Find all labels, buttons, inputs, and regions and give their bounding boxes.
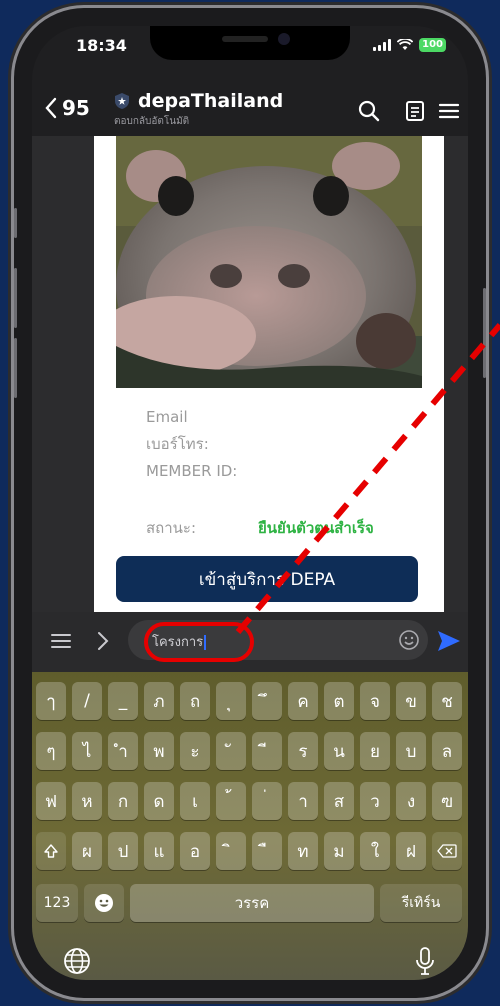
- key[interactable]: ฃ: [432, 782, 462, 820]
- key[interactable]: ี: [252, 732, 282, 770]
- hippo-photo: [116, 136, 422, 388]
- key-row-5: 123 วรรค รีเทิร์น: [32, 884, 468, 924]
- notch: [150, 26, 350, 60]
- key[interactable]: ฟ: [36, 782, 66, 820]
- key[interactable]: ั: [216, 732, 246, 770]
- emoji-icon[interactable]: [398, 629, 420, 651]
- key[interactable]: ก: [108, 782, 138, 820]
- key[interactable]: ภ: [144, 682, 174, 720]
- key[interactable]: ะ: [180, 732, 210, 770]
- key[interactable]: ถ: [180, 682, 210, 720]
- emoji-key[interactable]: [84, 884, 124, 922]
- chevron-right-icon[interactable]: [96, 630, 110, 652]
- key[interactable]: ข: [396, 682, 426, 720]
- signal-icon: [373, 39, 392, 51]
- channel-subtitle: ตอบกลับอัตโนมัติ: [114, 116, 190, 127]
- key[interactable]: ง: [396, 782, 426, 820]
- key[interactable]: ึ: [252, 682, 282, 720]
- key[interactable]: เ: [180, 782, 210, 820]
- battery-indicator: 100: [419, 38, 446, 52]
- key[interactable]: ไ: [72, 732, 102, 770]
- key[interactable]: ใ: [360, 832, 390, 870]
- back-button[interactable]: 95: [44, 96, 90, 120]
- key[interactable]: พ: [144, 732, 174, 770]
- phone-screen: 18:34 100 95 depaThailand ตอบกลับอัตโนมั…: [32, 26, 468, 980]
- shift-icon: [44, 844, 58, 858]
- key[interactable]: ่: [252, 782, 282, 820]
- key[interactable]: จ: [360, 682, 390, 720]
- menu-icon[interactable]: [436, 98, 462, 124]
- key-row-3: ฟ ห ก ด เ ้ ่ า ส ว ง ฃ: [32, 782, 468, 822]
- phone-frame: 18:34 100 95 depaThailand ตอบกลับอัตโนมั…: [14, 8, 486, 998]
- send-icon[interactable]: [436, 628, 462, 654]
- key-row-1: ๅ / _ ภ ถ ุ ึ ค ต จ ข ช: [32, 682, 468, 722]
- key[interactable]: ำ: [108, 732, 138, 770]
- key-row-4: ผ ป แ อ ิ ื ท ม ใ ฝ: [32, 832, 468, 872]
- numbers-key[interactable]: 123: [36, 884, 78, 922]
- key[interactable]: บ: [396, 732, 426, 770]
- chat-header: 95 depaThailand ตอบกลับอัตโนมัติ: [32, 70, 468, 136]
- hamburger-icon[interactable]: [50, 630, 72, 652]
- key[interactable]: ม: [324, 832, 354, 870]
- key[interactable]: อ: [180, 832, 210, 870]
- unread-count: 95: [62, 96, 90, 120]
- channel-info[interactable]: depaThailand ตอบกลับอัตโนมัติ: [114, 90, 283, 129]
- member-id-label: MEMBER ID:: [146, 462, 238, 480]
- key[interactable]: /: [72, 682, 102, 720]
- message-input[interactable]: โครงการ: [128, 620, 428, 660]
- enter-depa-button[interactable]: เข้าสู่บริการ DEPA: [116, 556, 418, 602]
- key[interactable]: ย: [360, 732, 390, 770]
- key[interactable]: ป: [108, 832, 138, 870]
- delete-key[interactable]: [432, 832, 462, 870]
- key[interactable]: ้: [216, 782, 246, 820]
- key[interactable]: ิ: [216, 832, 246, 870]
- key[interactable]: ๆ: [36, 732, 66, 770]
- globe-icon[interactable]: [62, 946, 92, 976]
- message-input-bar: โครงการ: [32, 612, 468, 672]
- key[interactable]: ผ: [72, 832, 102, 870]
- verified-shield-icon: [115, 93, 129, 109]
- key[interactable]: ท: [288, 832, 318, 870]
- chat-area: Email เบอร์โทร: MEMBER ID: สถานะ: ยืนยัน…: [32, 136, 468, 612]
- status-time: 18:34: [76, 36, 127, 55]
- email-label: Email: [146, 408, 188, 426]
- key[interactable]: ค: [288, 682, 318, 720]
- return-key[interactable]: รีเทิร์น: [380, 884, 462, 922]
- status-value: ยืนยันตัวตนสำเร็จ: [258, 519, 374, 537]
- wifi-icon: [397, 39, 414, 50]
- text-caret: [204, 635, 207, 650]
- phone-label: เบอร์โทร:: [146, 435, 209, 453]
- backspace-icon: [437, 844, 457, 858]
- chevron-left-icon: [45, 97, 57, 119]
- search-icon[interactable]: [356, 98, 382, 124]
- status-label: สถานะ:: [146, 519, 197, 537]
- key[interactable]: ฝ: [396, 832, 426, 870]
- key[interactable]: _: [108, 682, 138, 720]
- emoji-face-icon: [95, 894, 113, 912]
- key[interactable]: ุ: [216, 682, 246, 720]
- message-text: โครงการ: [152, 635, 204, 650]
- key[interactable]: ด: [144, 782, 174, 820]
- key[interactable]: ร: [288, 732, 318, 770]
- key[interactable]: ห: [72, 782, 102, 820]
- notes-icon[interactable]: [402, 98, 428, 124]
- space-key[interactable]: วรรค: [130, 884, 374, 922]
- key[interactable]: ต: [324, 682, 354, 720]
- key[interactable]: ื: [252, 832, 282, 870]
- key[interactable]: น: [324, 732, 354, 770]
- key[interactable]: ช: [432, 682, 462, 720]
- thai-keyboard: ๅ / _ ภ ถ ุ ึ ค ต จ ข ช ๆ ไ ำ พ ะ ั ี: [32, 672, 468, 980]
- member-fields: Email เบอร์โทร: MEMBER ID:: [146, 404, 237, 485]
- key[interactable]: ส: [324, 782, 354, 820]
- key[interactable]: ล: [432, 732, 462, 770]
- key[interactable]: แ: [144, 832, 174, 870]
- shift-key[interactable]: [36, 832, 66, 870]
- key[interactable]: ๅ: [36, 682, 66, 720]
- member-card: Email เบอร์โทร: MEMBER ID: สถานะ: ยืนยัน…: [94, 136, 444, 612]
- key[interactable]: า: [288, 782, 318, 820]
- key[interactable]: ว: [360, 782, 390, 820]
- key-row-2: ๆ ไ ำ พ ะ ั ี ร น ย บ ล: [32, 732, 468, 772]
- channel-name: depaThailand: [138, 90, 284, 112]
- microphone-icon[interactable]: [414, 946, 436, 976]
